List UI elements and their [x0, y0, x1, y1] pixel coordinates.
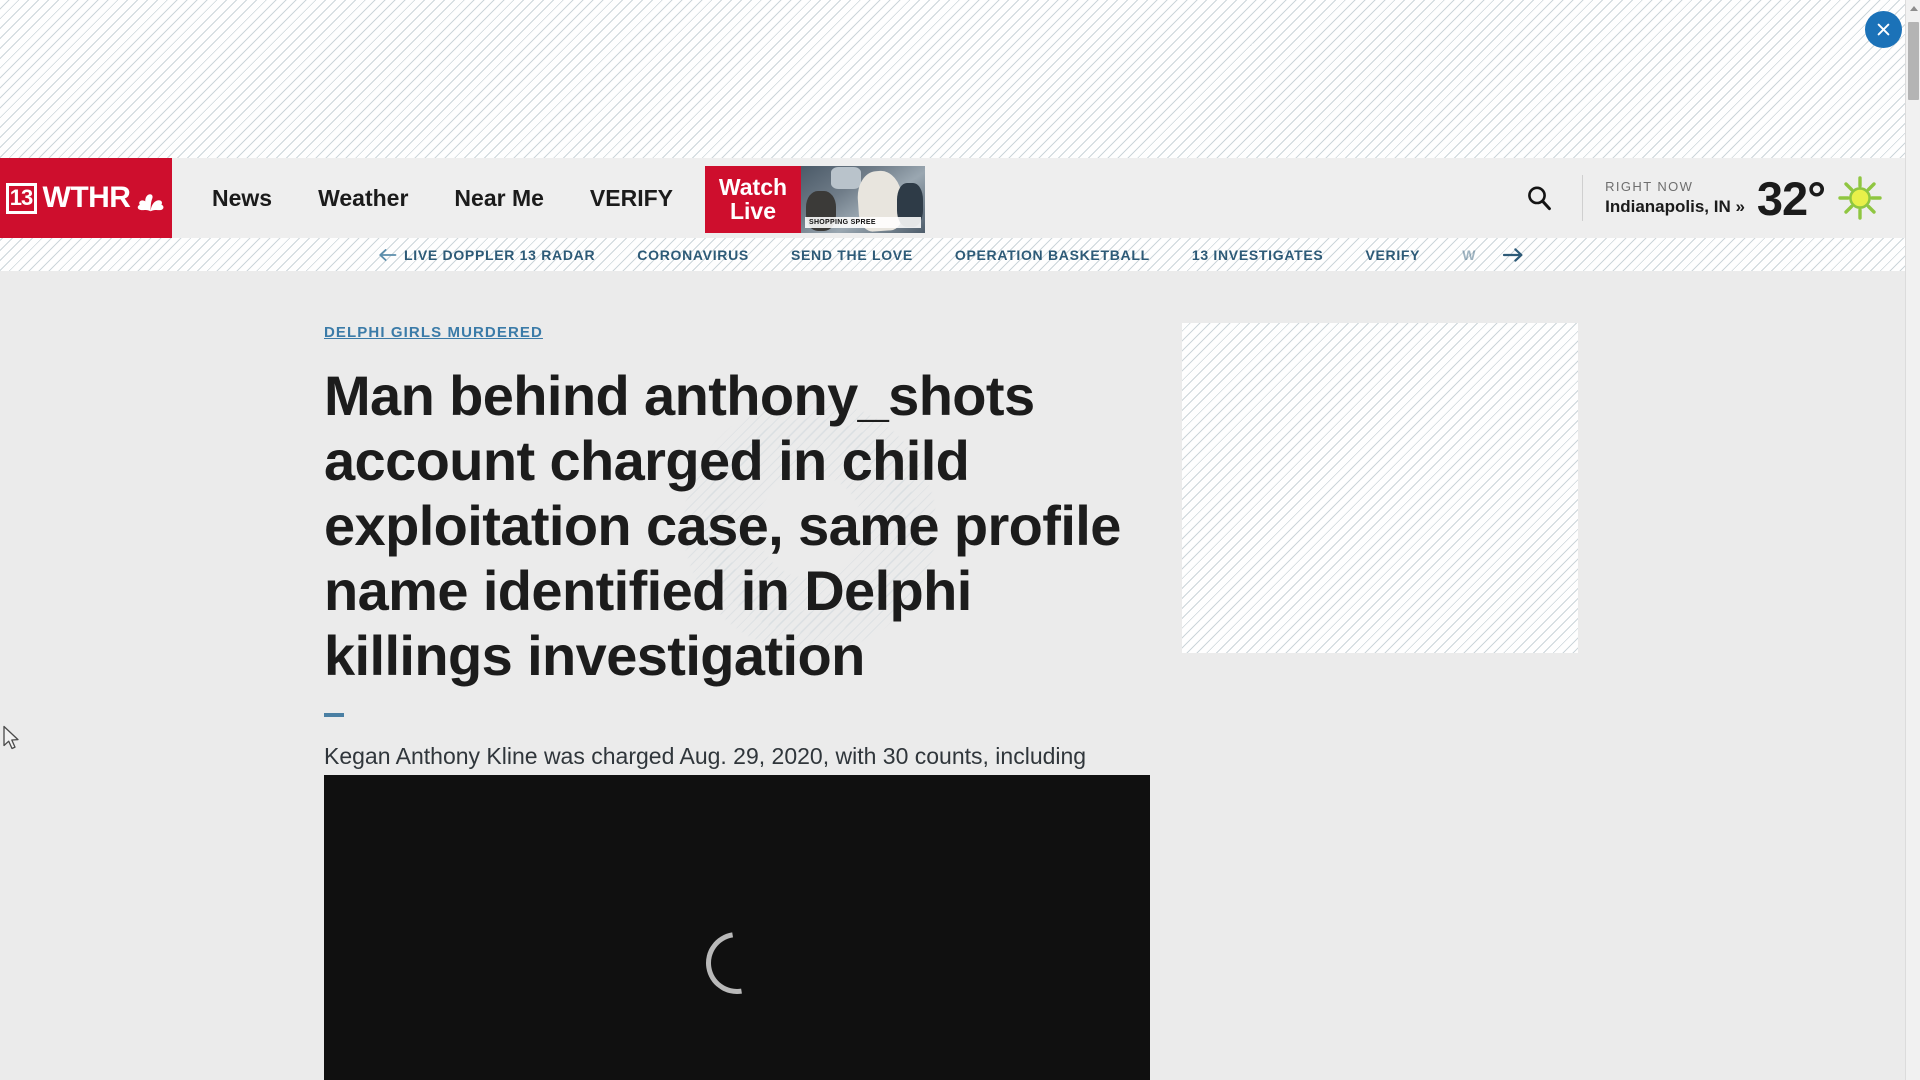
- thumbnail-chyron: SHOPPING SPREE: [804, 217, 921, 228]
- nav-item-news[interactable]: News: [212, 185, 272, 212]
- arrow-right-glyph: [1503, 247, 1523, 262]
- header-utilities: RIGHT NOW Indianapolis, IN » 32°: [1496, 158, 1905, 238]
- subnav-item-operation-basketball[interactable]: OPERATION BASKETBALL: [955, 247, 1150, 263]
- close-icon[interactable]: [1865, 11, 1902, 48]
- nbc-peacock-icon: [138, 194, 164, 212]
- scrollbar-thumb[interactable]: [1908, 22, 1919, 100]
- search-glyph: [1528, 186, 1552, 211]
- headline-divider: [324, 712, 344, 717]
- article-content-area: DELPHI GIRLS MURDERED Man behind anthony…: [0, 271, 1905, 1080]
- page-title: Man behind anthony_shots account charged…: [324, 364, 1121, 687]
- watch-live-line2: Live: [729, 197, 776, 224]
- subnav-item-send-the-love[interactable]: SEND THE LOVE: [791, 247, 913, 263]
- sidebar-ad-placeholder[interactable]: [1182, 323, 1578, 653]
- arrow-left-icon[interactable]: [370, 248, 404, 262]
- site-logo[interactable]: 13 WTHR: [0, 158, 172, 238]
- sun-icon: [1838, 176, 1882, 220]
- weather-widget[interactable]: RIGHT NOW Indianapolis, IN » 32°: [1583, 158, 1905, 238]
- scroll-up-arrow-icon[interactable]: [1906, 0, 1920, 17]
- secondary-nav-links: LIVE DOPPLER 13 RADAR CORONAVIRUS SEND T…: [404, 247, 1484, 263]
- browser-page: 13 WTHR News Weather Near Me VERIFY Watc…: [0, 0, 1920, 1080]
- nav-item-near-me[interactable]: Near Me: [454, 185, 543, 212]
- live-stream-thumbnail[interactable]: SHOPPING SPREE: [800, 166, 925, 233]
- article-body: DELPHI GIRLS MURDERED Man behind anthony…: [324, 271, 1150, 809]
- video-player[interactable]: [324, 775, 1150, 1080]
- subnav-item-live-doppler-13-radar[interactable]: LIVE DOPPLER 13 RADAR: [404, 247, 595, 263]
- arrow-left-glyph: [378, 248, 396, 261]
- watch-live-module: Watch Live SHOPPING SPREE: [704, 158, 925, 238]
- thumb-shape-top: [830, 167, 861, 190]
- subnav-item-13-investigates[interactable]: 13 INVESTIGATES: [1192, 247, 1324, 263]
- subnav-item-coronavirus[interactable]: CORONAVIRUS: [637, 247, 749, 263]
- weather-temperature: 32°: [1756, 171, 1826, 225]
- primary-nav: News Weather Near Me VERIFY: [172, 158, 673, 238]
- nav-item-verify[interactable]: VERIFY: [590, 185, 673, 212]
- watch-live-button[interactable]: Watch Live: [704, 166, 801, 233]
- close-x-glyph: [1877, 23, 1890, 36]
- weather-location[interactable]: Indianapolis, IN »: [1605, 197, 1745, 217]
- article-kicker[interactable]: DELPHI GIRLS MURDERED: [324, 324, 543, 341]
- callsign-text: WTHR: [42, 181, 131, 214]
- arrow-right-icon[interactable]: [1498, 247, 1528, 263]
- subnav-item-clipped[interactable]: W: [1462, 247, 1484, 263]
- top-banner-ad[interactable]: [0, 0, 1905, 158]
- channel-number-badge: 13: [5, 182, 37, 214]
- watch-live-line1: Watch: [718, 173, 788, 200]
- search-icon[interactable]: [1496, 158, 1582, 238]
- site-header: 13 WTHR News Weather Near Me VERIFY Watc…: [0, 158, 1905, 238]
- loading-spinner-icon: [693, 919, 781, 1006]
- secondary-nav-bar: LIVE DOPPLER 13 RADAR CORONAVIRUS SEND T…: [0, 238, 1905, 271]
- vertical-scrollbar[interactable]: [1905, 0, 1920, 1080]
- subnav-item-verify[interactable]: VERIFY: [1365, 247, 1420, 263]
- nav-item-weather[interactable]: Weather: [318, 185, 408, 212]
- weather-right-now-label: RIGHT NOW: [1605, 179, 1694, 194]
